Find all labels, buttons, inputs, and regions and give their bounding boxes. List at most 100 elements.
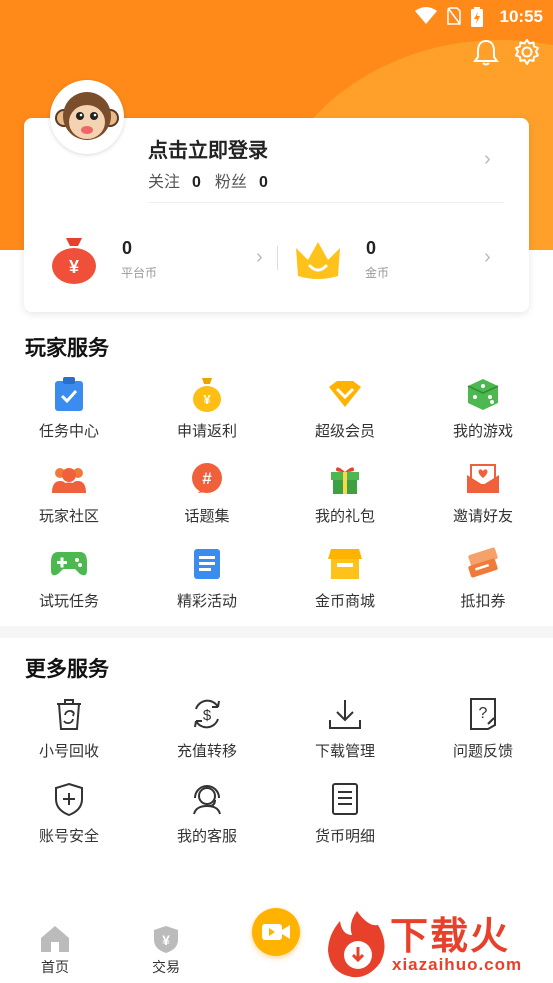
- service-item[interactable]: 小号回收: [0, 694, 138, 761]
- following-count: 0: [192, 174, 201, 191]
- service-item[interactable]: 货币明细: [276, 779, 414, 846]
- service-item[interactable]: # 话题集: [138, 459, 276, 526]
- service-item-label: 抵扣券: [460, 593, 506, 610]
- service-item[interactable]: 我的游戏: [414, 374, 552, 441]
- svg-text:?: ?: [479, 705, 488, 722]
- service-item[interactable]: 账号安全: [0, 779, 138, 846]
- service-item-label: 问题反馈: [452, 743, 513, 760]
- service-item-label: 邀请好友: [452, 508, 513, 525]
- following-stat[interactable]: 关注 0: [148, 168, 201, 192]
- recycle-bin-icon: [49, 694, 89, 734]
- service-item-label: 金币商城: [314, 593, 375, 610]
- service-item[interactable]: 任务中心: [0, 374, 138, 441]
- service-item-label: 试玩任务: [38, 593, 99, 610]
- feedback-icon: ?: [463, 694, 503, 734]
- service-item[interactable]: 超级会员: [276, 374, 414, 441]
- chevron-right-icon[interactable]: ›: [484, 148, 491, 171]
- battery-charging-icon: [471, 7, 483, 27]
- service-item[interactable]: 我的礼包: [276, 459, 414, 526]
- service-item[interactable]: 邀请好友: [414, 459, 552, 526]
- more-services-title: 更多服务: [25, 658, 109, 681]
- service-item[interactable]: 玩家社区: [0, 459, 138, 526]
- divider: [148, 202, 504, 203]
- watermark-brand: 下载火: [390, 916, 511, 958]
- news-icon: [187, 544, 227, 584]
- crown-coin-icon: [296, 242, 340, 279]
- gold-coin-label: 金币: [365, 266, 390, 280]
- ticket-icon: [463, 544, 503, 584]
- service-item-label: 下载管理: [314, 743, 375, 760]
- diamond-vip-icon: [325, 374, 365, 414]
- watermark-logo: 下载火 xiazaihuo.com: [322, 905, 552, 983]
- svg-text:#: #: [202, 469, 212, 488]
- platform-coin-value: 0: [122, 238, 133, 258]
- service-item[interactable]: ¥ 申请返利: [138, 374, 276, 441]
- avatar[interactable]: [50, 80, 124, 154]
- service-item-label: 我的客服: [176, 828, 237, 845]
- service-item-label: 充值转移: [176, 743, 237, 760]
- download-icon: [325, 694, 365, 734]
- hashtag-icon: #: [187, 459, 227, 499]
- dollar-transfer-icon: $: [187, 694, 227, 734]
- follow-stats: 关注 0 粉丝 0: [148, 168, 268, 192]
- tab-trade-label: 交易: [152, 959, 180, 975]
- status-time: 10:55: [499, 7, 543, 26]
- wifi-icon: [415, 7, 437, 24]
- clipboard-check-icon: [49, 374, 89, 414]
- top-actions: [473, 38, 541, 66]
- section-divider: [0, 626, 553, 638]
- platform-coin-label: 平台币: [121, 266, 158, 280]
- service-item[interactable]: ? 问题反馈: [414, 694, 552, 761]
- gift-icon: [325, 459, 365, 499]
- money-bag-icon: ¥: [52, 238, 96, 284]
- service-item[interactable]: $ 充值转移: [138, 694, 276, 761]
- gear-icon[interactable]: [513, 38, 541, 66]
- service-item-label: 小号回收: [38, 743, 99, 760]
- svg-text:¥: ¥: [162, 932, 170, 948]
- service-item-label: 账号安全: [38, 828, 99, 845]
- headset-icon: [187, 779, 227, 819]
- fans-count: 0: [258, 174, 268, 191]
- gamepad-icon: [49, 544, 89, 584]
- invite-envelope-icon: [463, 459, 503, 499]
- service-item-label: 超级会员: [314, 423, 375, 440]
- video-button[interactable]: [252, 908, 300, 956]
- service-item-label: 精彩活动: [176, 593, 237, 610]
- bell-icon[interactable]: [473, 38, 499, 66]
- service-item-label: 我的游戏: [452, 423, 513, 440]
- svg-text:¥: ¥: [69, 257, 79, 277]
- service-item-label: 货币明细: [314, 828, 375, 845]
- status-bar: 10:55: [0, 0, 553, 32]
- video-camera-icon: [262, 924, 290, 940]
- service-item-label: 话题集: [184, 508, 230, 525]
- monkey-avatar-icon: [55, 92, 119, 140]
- service-item[interactable]: 试玩任务: [0, 544, 138, 611]
- service-item[interactable]: 抵扣券: [414, 544, 552, 611]
- yen-bag-icon: ¥: [187, 374, 227, 414]
- watermark-url: xiazaihuo.com: [392, 955, 523, 974]
- service-item[interactable]: 金币商城: [276, 544, 414, 611]
- service-item-label: 任务中心: [38, 423, 99, 440]
- fans-label: 粉丝: [214, 174, 247, 191]
- store-icon: [325, 544, 365, 584]
- list-detail-icon: [325, 779, 365, 819]
- chevron-right-icon: ›: [256, 246, 263, 268]
- trade-shield-icon: ¥: [154, 926, 178, 953]
- service-item-label: 玩家社区: [38, 508, 99, 525]
- player-services-title: 玩家服务: [25, 337, 109, 360]
- vertical-divider: [277, 246, 278, 270]
- tab-trade[interactable]: ¥ 交易: [144, 924, 188, 977]
- tab-home[interactable]: 首页: [33, 924, 77, 977]
- login-prompt[interactable]: 点击立即登录: [148, 134, 268, 163]
- service-item[interactable]: 精彩活动: [138, 544, 276, 611]
- following-label: 关注: [148, 174, 181, 191]
- fans-stat[interactable]: 粉丝 0: [215, 168, 268, 192]
- service-item-label: 我的礼包: [314, 508, 375, 525]
- status-icons: [415, 7, 483, 27]
- service-item[interactable]: 我的客服: [138, 779, 276, 846]
- service-item[interactable]: 下载管理: [276, 694, 414, 761]
- no-sim-icon: [447, 7, 461, 25]
- chevron-right-icon: ›: [484, 246, 491, 268]
- dice-icon: [463, 374, 503, 414]
- svg-text:$: $: [203, 707, 212, 724]
